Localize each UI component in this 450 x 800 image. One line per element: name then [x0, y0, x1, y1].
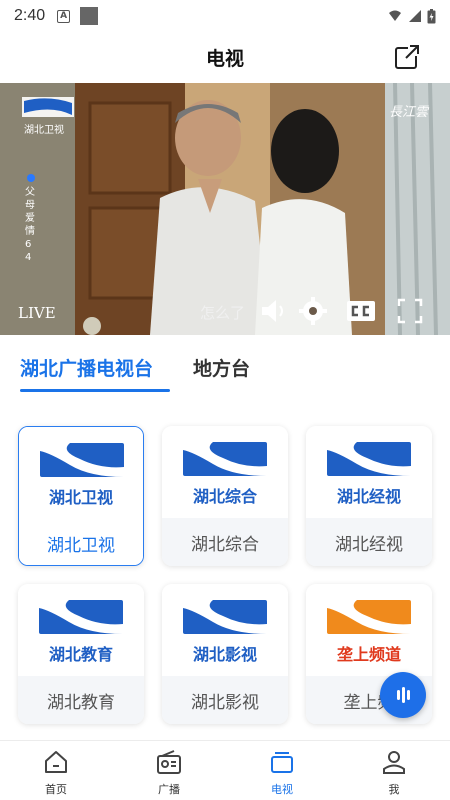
channel-logo-overlay-text: 湖北卫视 — [24, 125, 64, 136]
channel-name: 湖北经视 — [335, 534, 403, 555]
channel-logo-icon — [40, 443, 124, 477]
channel-logo: 垄上频道 — [306, 584, 432, 676]
app-header: 电视 — [0, 32, 450, 82]
channel-logo: 湖北教育 — [18, 584, 144, 676]
video-watermark: 長江雲 — [388, 105, 428, 120]
nav-item-tv[interactable]: 电视 — [242, 741, 322, 800]
nav-item-radio[interactable]: 广播 — [129, 741, 209, 800]
channel-logo-icon — [39, 600, 123, 634]
audio-float-button[interactable] — [380, 672, 426, 718]
audio-bars-icon — [397, 687, 410, 703]
page-title: 电视 — [205, 47, 244, 70]
status-right — [389, 8, 436, 24]
channel-logo-text: 湖北综合 — [192, 487, 257, 506]
profile-icon — [383, 751, 405, 774]
channel-name-area: 湖北卫视 — [19, 519, 143, 565]
channel-logo-icon — [183, 442, 267, 476]
tab-local-stations[interactable]: 地方台 — [193, 354, 250, 381]
station-tabs: 湖北广播电视台 地方台 — [0, 348, 450, 398]
home-icon — [45, 751, 67, 773]
nav-label-tv: 电视 — [271, 783, 293, 796]
channel-logo-text: 湖北影视 — [192, 645, 257, 664]
channel-name-area: 湖北教育 — [18, 676, 144, 724]
channel-card[interactable]: 湖北卫视 湖北卫视 — [18, 426, 144, 566]
notification-square-icon — [80, 7, 99, 25]
bottom-nav: 首页 广播 电视 我 — [0, 740, 450, 800]
video-subtitle: 怎么了 — [200, 304, 246, 322]
tab-hubei-broadcast[interactable]: 湖北广播电视台 — [20, 354, 153, 381]
nav-item-profile[interactable]: 我 — [354, 741, 434, 800]
battery-icon — [427, 8, 436, 23]
wifi-icon — [409, 10, 421, 22]
channel-name-area: 湖北综合 — [162, 518, 288, 566]
nav-label-home: 首页 — [45, 783, 67, 796]
status-bar: 2:40 A — [0, 0, 450, 32]
program-indicator-dot — [27, 174, 35, 182]
channel-name: 湖北影视 — [191, 692, 259, 713]
status-time: 2:40 — [14, 7, 46, 24]
channel-card[interactable]: 湖北经视 湖北经视 — [306, 426, 432, 566]
video-player[interactable]: 長江雲 湖北卫视 父母爱情64 LIVE 怎么了 — [0, 83, 450, 335]
channel-logo-text: 湖北卫视 — [48, 488, 113, 507]
channel-logo: 湖北影视 — [162, 584, 288, 676]
radio-icon — [157, 750, 181, 774]
tv-screen: 2:40 A 电视 長江雲 湖北卫视 父母爱情64 LIVE 怎么了 湖北广播电… — [0, 0, 450, 800]
program-title: 父母爱情64 — [25, 187, 35, 263]
channel-logo: 湖北卫视 — [19, 427, 143, 519]
channel-name: 湖北教育 — [47, 692, 115, 713]
channel-name: 湖北卫视 — [47, 535, 115, 556]
settings-icon[interactable] — [298, 296, 328, 326]
external-link-icon[interactable] — [394, 44, 420, 70]
channel-name-area: 湖北影视 — [162, 676, 288, 724]
tv-icon — [271, 752, 293, 773]
notification-a-icon: A — [57, 9, 71, 23]
nav-label-profile: 我 — [388, 783, 400, 796]
fullscreen-icon[interactable] — [395, 296, 425, 326]
live-label: LIVE — [18, 304, 56, 322]
channel-name-area: 湖北经视 — [306, 518, 432, 566]
channel-card[interactable]: 湖北影视 湖北影视 — [162, 584, 288, 724]
channel-logo-icon — [327, 600, 411, 634]
channel-logo-text: 垄上频道 — [336, 645, 401, 664]
channel-name: 湖北综合 — [191, 534, 259, 555]
channel-logo-text: 湖北教育 — [48, 645, 113, 664]
channel-logo-text: 湖北经视 — [336, 487, 401, 506]
nav-item-home[interactable]: 首页 — [16, 741, 96, 800]
channel-logo-icon — [327, 442, 411, 476]
nav-label-radio: 广播 — [158, 783, 180, 796]
volume-icon[interactable] — [258, 296, 288, 326]
channel-card[interactable]: 湖北综合 湖北综合 — [162, 426, 288, 566]
channel-logo: 湖北综合 — [162, 426, 288, 518]
signal-icon — [389, 10, 401, 21]
channel-card[interactable]: 湖北教育 湖北教育 — [18, 584, 144, 724]
channel-logo-icon — [183, 600, 267, 634]
channel-logo: 湖北经视 — [306, 426, 432, 518]
captions-icon[interactable] — [346, 296, 376, 326]
active-tab-underline — [20, 389, 170, 392]
